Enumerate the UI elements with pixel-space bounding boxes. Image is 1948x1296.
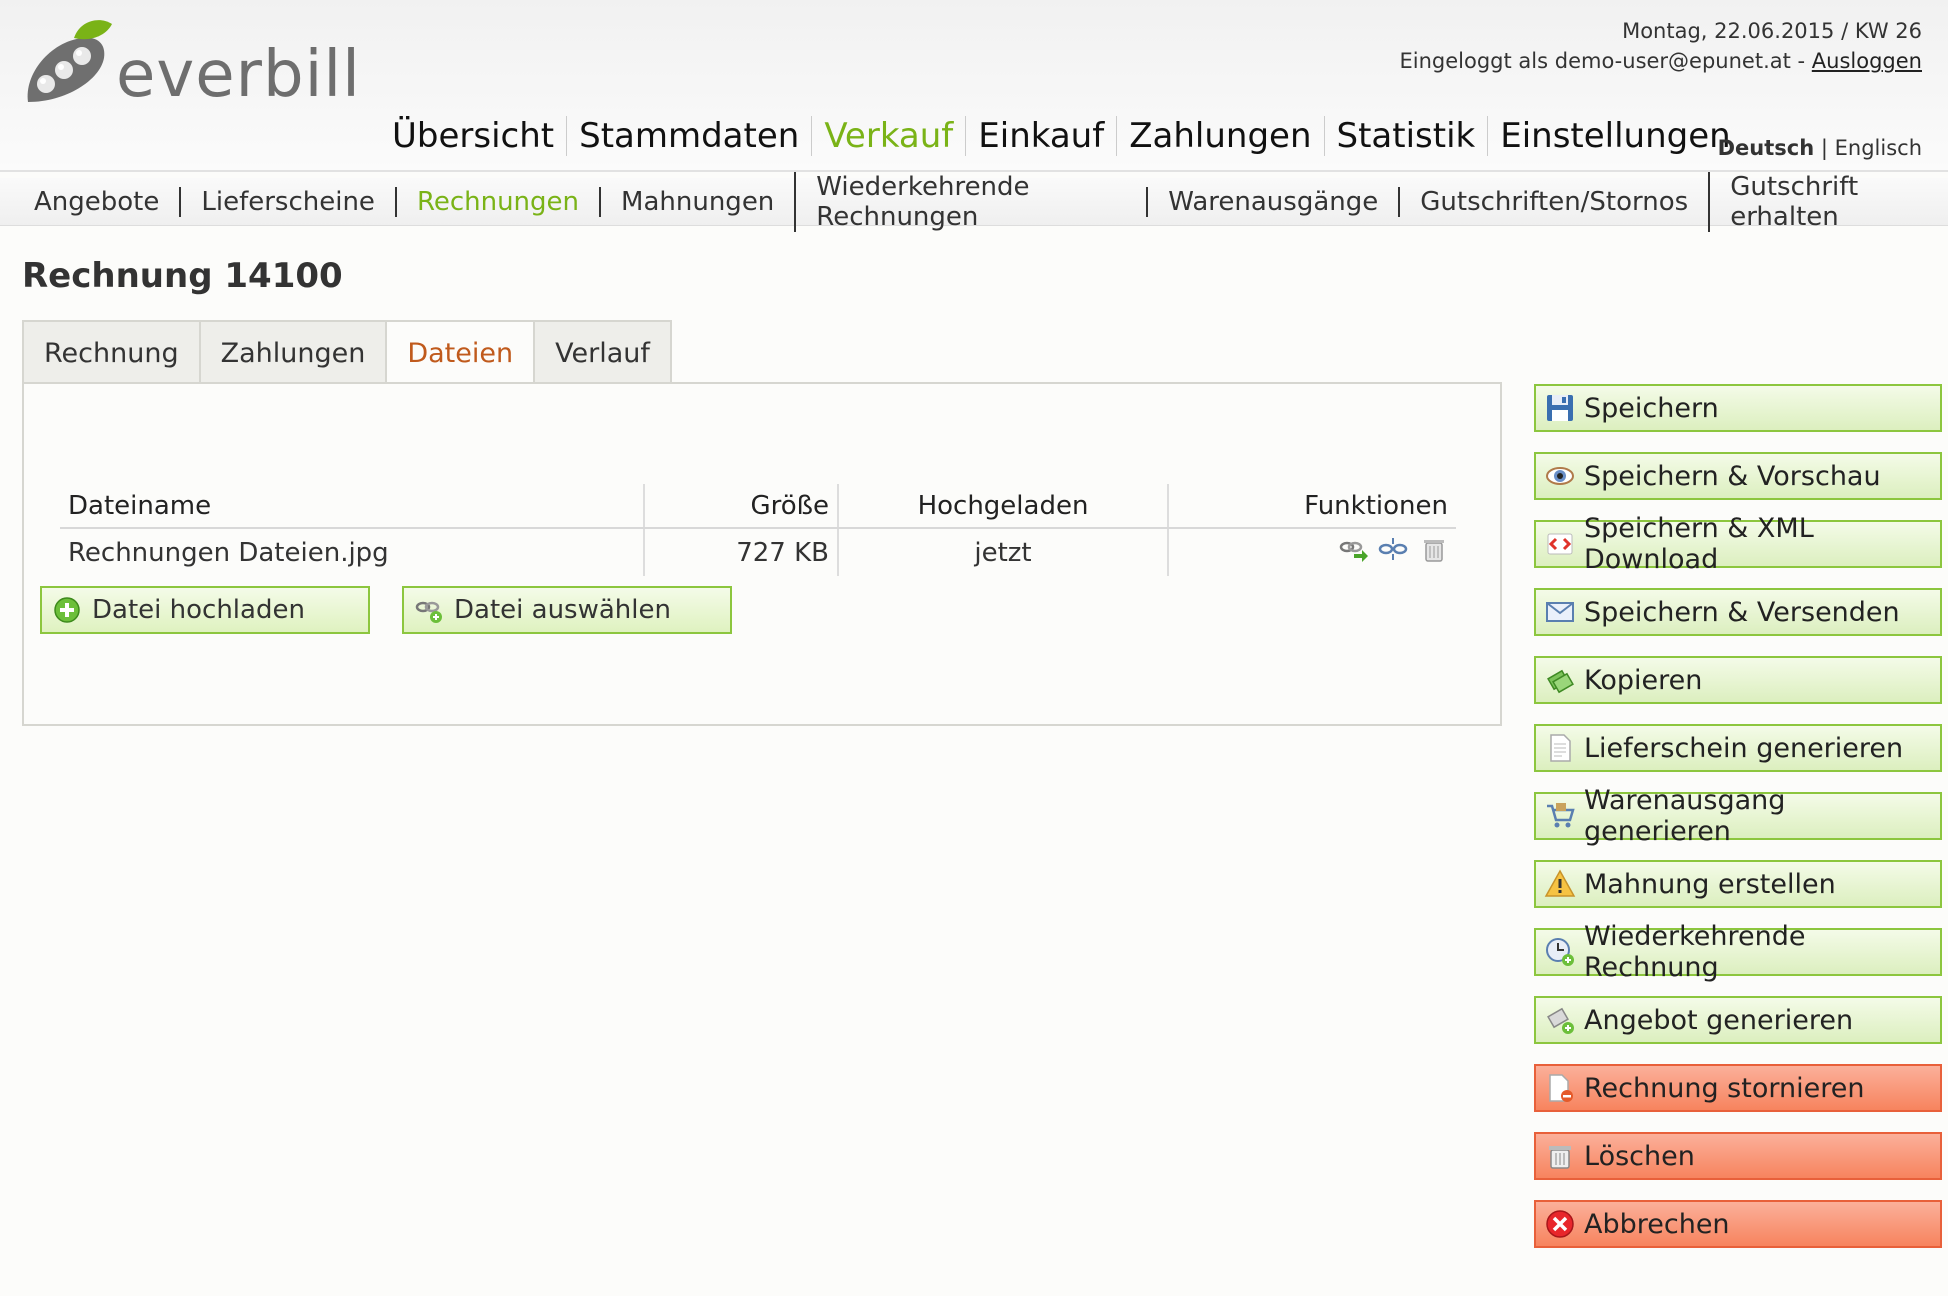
select-file-button[interactable]: Datei auswählen — [402, 586, 732, 634]
subnav-wiederkehrende-rechnungen[interactable]: Wiederkehrende Rechnungen — [794, 171, 1146, 232]
loeschen-label: Löschen — [1584, 1140, 1695, 1172]
file-uploaded: jetzt — [837, 528, 1168, 576]
cart-icon — [1547, 803, 1575, 828]
file-functions — [1167, 528, 1456, 576]
xml-code-icon — [1547, 533, 1573, 555]
speichern-and-xml-download-button[interactable]: Speichern & XML Download — [1534, 513, 1942, 575]
header-uploaded[interactable]: Hochgeladen — [837, 484, 1168, 529]
mainnav-zahlungen[interactable]: Zahlungen — [1116, 116, 1323, 156]
mahnung-erstellen-button[interactable]: Mahnung erstellen — [1534, 860, 1942, 908]
subnav-gutschriften-stornos[interactable]: Gutschriften/Stornos — [1398, 186, 1708, 217]
close-icon — [1546, 1210, 1574, 1238]
subnav-lieferscheine[interactable]: Lieferscheine — [179, 186, 395, 217]
mainnav-uebersicht[interactable]: Übersicht — [380, 116, 566, 156]
loeschen-button[interactable]: Löschen — [1534, 1132, 1942, 1180]
files-panel: Dateiname Größe Hochgeladen Funktionen R… — [22, 382, 1502, 726]
abbrechen-label: Abbrechen — [1584, 1208, 1730, 1240]
sub-navigation: Angebote Lieferscheine Rechnungen Mahnungen… — [0, 171, 1948, 232]
abbrechen-button[interactable]: Abbrechen — [1534, 1200, 1942, 1248]
header: everbill Montag, 22.06.2015 / KW 26 Eing… — [0, 0, 1948, 172]
file-size: 727 KB — [643, 528, 838, 576]
speichern-label: Speichern — [1584, 392, 1719, 424]
warenausgang-generieren-button[interactable]: Warenausgang generieren — [1534, 785, 1942, 847]
document-cancel-icon — [1549, 1074, 1573, 1102]
trash-icon[interactable] — [1418, 534, 1448, 564]
subnav-angebote[interactable]: Angebote — [14, 187, 179, 217]
subnav-warenausgaenge[interactable]: Warenausgänge — [1146, 186, 1398, 217]
header-functions: Funktionen — [1167, 484, 1456, 529]
kopieren-button[interactable]: Kopieren — [1534, 656, 1942, 704]
lang-deutsch[interactable]: Deutsch — [1718, 136, 1815, 160]
lang-separator: | — [1820, 136, 1828, 160]
language-switcher: Deutsch | Englisch — [1718, 136, 1922, 160]
file-row: Rechnungen Dateien.jpg 727 KB jetzt — [60, 528, 1456, 576]
subnav-gutschrift-erhalten[interactable]: Gutschrift erhalten — [1708, 171, 1948, 232]
mainnav-statistik[interactable]: Statistik — [1323, 116, 1488, 156]
speichern-button[interactable]: Speichern — [1534, 384, 1942, 432]
current-date: Montag, 22.06.2015 / KW 26 — [1622, 19, 1922, 43]
speichern-and-vorschau-button[interactable]: Speichern & Vorschau — [1534, 452, 1942, 500]
floppy-disk-icon — [1547, 395, 1573, 421]
subnav-mahnungen[interactable]: Mahnungen — [599, 186, 794, 217]
mahnung-erstellen-label: Mahnung erstellen — [1584, 868, 1836, 900]
wiederkehrende-rechnung-label: Wiederkehrende Rechnung — [1584, 921, 1806, 983]
tab-rechnung[interactable]: Rechnung — [22, 320, 201, 384]
wiederkehrende-rechnung-button[interactable]: Wiederkehrende Rechnung — [1534, 921, 1942, 983]
document-icon — [1550, 734, 1571, 762]
rechnung-stornieren-label: Rechnung stornieren — [1584, 1072, 1865, 1104]
angebot-generieren-button[interactable]: Angebot generieren — [1534, 996, 1942, 1044]
trash-icon — [1549, 1146, 1571, 1169]
tab-zahlungen[interactable]: Zahlungen — [200, 320, 388, 384]
everbill-logo[interactable]: everbill — [20, 14, 360, 114]
lieferschein-generieren-label: Lieferschein generieren — [1584, 732, 1904, 764]
warenausgang-generieren-label: Warenausgang generieren — [1584, 785, 1786, 847]
envelope-icon — [1546, 602, 1574, 622]
speichern-and-xml-download-label: Speichern & XML Download — [1584, 513, 1814, 575]
header-filename[interactable]: Dateiname — [60, 484, 644, 529]
mainnav-einkauf[interactable]: Einkauf — [965, 116, 1116, 156]
rechnung-stornieren-button[interactable]: Rechnung stornieren — [1534, 1064, 1942, 1112]
add-circle-icon — [54, 597, 80, 623]
file-name[interactable]: Rechnungen Dateien.jpg — [60, 528, 644, 576]
tab-dateien[interactable]: Dateien — [387, 320, 536, 384]
mainnav-einstellungen[interactable]: Einstellungen — [1487, 116, 1742, 156]
select-file-label: Datei auswählen — [454, 595, 671, 625]
mainnav-verkauf[interactable]: Verkauf — [811, 116, 965, 156]
header-size[interactable]: Größe — [643, 484, 838, 529]
speichern-and-versenden-label: Speichern & Versenden — [1584, 596, 1900, 628]
link-add-icon — [415, 601, 442, 623]
files-table: Dateiname Größe Hochgeladen Funktionen R… — [60, 484, 1456, 576]
invoice-tabs: Rechnung Zahlungen Dateien Verlauf — [22, 320, 672, 384]
clock-icon — [1546, 938, 1574, 966]
speichern-and-versenden-button[interactable]: Speichern & Versenden — [1534, 588, 1942, 636]
unlink-icon[interactable] — [1378, 534, 1408, 564]
mainnav-stammdaten[interactable]: Stammdaten — [566, 116, 811, 156]
tab-verlauf[interactable]: Verlauf — [535, 320, 672, 384]
upload-file-button[interactable]: Datei hochladen — [40, 586, 370, 634]
logo-text: everbill — [116, 38, 361, 112]
warning-icon — [1544, 869, 1576, 897]
files-table-header: Dateiname Größe Hochgeladen Funktionen — [60, 484, 1456, 529]
user-info: Montag, 22.06.2015 / KW 26 Eingeloggt al… — [1400, 16, 1923, 76]
main-navigation: Übersicht Stammdaten Verkauf Einkauf Zahlung… — [380, 116, 1743, 156]
angebot-generieren-label: Angebot generieren — [1584, 1004, 1854, 1036]
logout-link[interactable]: Ausloggen — [1812, 49, 1922, 73]
eye-icon — [1546, 467, 1574, 485]
upload-file-label: Datei hochladen — [92, 595, 305, 625]
login-status: Eingeloggt als demo-user@epunet.at - — [1399, 49, 1812, 73]
login-line: Eingeloggt als demo-user@epunet.at - Aus… — [1400, 46, 1923, 76]
link-download-icon[interactable] — [1338, 534, 1368, 564]
pea-pod-logo-icon — [27, 20, 112, 102]
lang-englisch[interactable]: Englisch — [1835, 136, 1922, 160]
kopieren-label: Kopieren — [1584, 664, 1703, 696]
tag-add-icon — [1547, 1007, 1574, 1034]
subnav-rechnungen[interactable]: Rechnungen — [394, 186, 599, 217]
lieferschein-generieren-button[interactable]: Lieferschein generieren — [1534, 724, 1942, 772]
speichern-and-vorschau-label: Speichern & Vorschau — [1584, 460, 1881, 492]
page-title: Rechnung 14100 — [22, 256, 343, 296]
copy-icon — [1547, 669, 1574, 694]
